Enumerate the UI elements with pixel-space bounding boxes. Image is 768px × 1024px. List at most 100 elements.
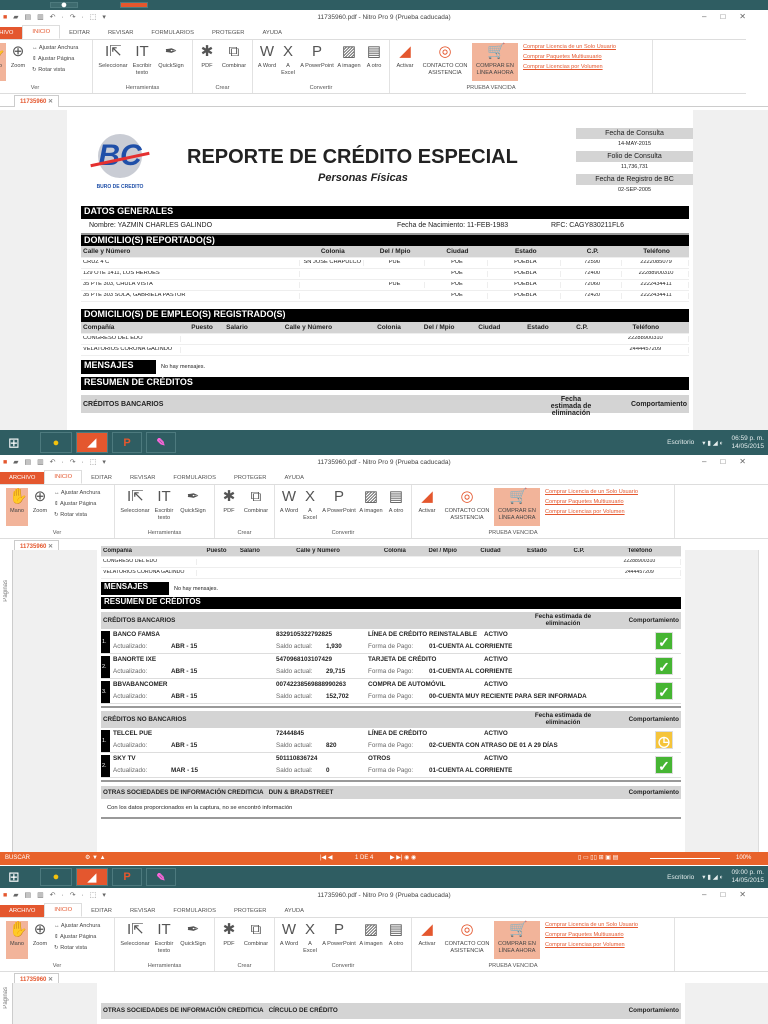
tab-editar[interactable]: EDITAR bbox=[82, 905, 121, 917]
select-button[interactable]: I⇱ Seleccionar bbox=[97, 43, 129, 81]
buy-online-button[interactable]: 🛒 COMPRAR EN LÍNEA AHORA bbox=[494, 921, 540, 959]
rotate-view-button[interactable]: ↻ Rotar vista bbox=[32, 65, 78, 76]
quick-access-toolbar[interactable]: ■ ▰ ▤ ▥ ↶ · ↷ · ⬚ ▾ bbox=[3, 891, 108, 899]
quick-access-toolbar[interactable]: ■ ▰ ▤ ▥ ↶ · ↷ · ⬚ ▾ bbox=[3, 458, 108, 466]
to-powerpoint-button[interactable]: P A PowerPoint bbox=[321, 921, 357, 959]
buy-license-link[interactable]: Comprar Paquetes Multiusuario bbox=[523, 54, 602, 60]
tab-formularios[interactable]: FORMULARIOS bbox=[164, 472, 225, 484]
buy-online-button[interactable]: 🛒 COMPRAR EN LÍNEA AHORA bbox=[494, 488, 540, 526]
to-powerpoint-button[interactable]: P A PowerPoint bbox=[299, 43, 335, 81]
nitro-taskbar-button[interactable]: ◢ bbox=[76, 432, 108, 453]
to-excel-button[interactable]: X A Excel bbox=[301, 921, 319, 959]
powerpoint-taskbar-button[interactable]: P bbox=[112, 868, 142, 886]
zoom-button[interactable]: ⊕ Zoom bbox=[8, 43, 28, 81]
zoom-slider[interactable] bbox=[650, 858, 720, 859]
buy-license-link[interactable]: Comprar Paquetes Multiusuario bbox=[545, 932, 624, 938]
paint-taskbar-button[interactable]: ✎ bbox=[146, 868, 176, 886]
desktop-toolbar[interactable]: Escritorio bbox=[667, 874, 694, 881]
to-image-button[interactable]: ▨ A imagen bbox=[359, 488, 383, 526]
select-button[interactable]: I⇱ Seleccionar bbox=[119, 921, 151, 959]
tab-proteger[interactable]: PROTEGER bbox=[225, 905, 276, 917]
buy-license-link[interactable]: Comprar Licencias por Volumen bbox=[545, 509, 625, 515]
quicksign-button[interactable]: ✒ QuickSign bbox=[177, 488, 209, 526]
nitro-taskbar-button[interactable] bbox=[120, 2, 148, 8]
buy-license-link[interactable]: Comprar Licencias por Volumen bbox=[545, 942, 625, 948]
tab-revisar[interactable]: REVISAR bbox=[121, 905, 164, 917]
zoom-button[interactable]: ⊕ Zoom bbox=[30, 488, 50, 526]
to-image-button[interactable]: ▨ A imagen bbox=[359, 921, 383, 959]
paint-taskbar-button[interactable]: ✎ bbox=[146, 432, 176, 453]
system-tray-icons[interactable]: ▾ ▮ ◢ ◐ bbox=[702, 873, 723, 881]
to-word-button[interactable]: W A Word bbox=[279, 921, 299, 959]
tab-formularios[interactable]: FORMULARIOS bbox=[164, 905, 225, 917]
buy-license-link[interactable]: Comprar Licencia de un Solo Usuario bbox=[545, 922, 638, 928]
pages-panel[interactable]: Páginas bbox=[0, 983, 13, 1024]
first-prev-page-buttons[interactable]: |◀ ◀ bbox=[320, 854, 332, 861]
windows-start-icon[interactable]: ⊞ bbox=[8, 869, 20, 886]
chrome-taskbar-button[interactable]: ● bbox=[40, 432, 72, 453]
quick-access-toolbar[interactable]: ■ ▰ ▤ ▥ ↶ · ↷ · ⬚ ▾ bbox=[3, 13, 108, 21]
vertical-scrollbar[interactable] bbox=[758, 550, 768, 852]
buy-license-link[interactable]: Comprar Paquetes Multiusuario bbox=[545, 499, 624, 505]
zoom-button[interactable]: ⊕ Zoom bbox=[30, 921, 50, 959]
tab-ayuda[interactable]: AYUDA bbox=[253, 27, 291, 39]
hand-tool-button[interactable]: ✋ Mano bbox=[0, 43, 6, 81]
create-pdf-button[interactable]: ✱ PDF bbox=[219, 488, 239, 526]
hand-tool-button[interactable]: ✋ Mano bbox=[6, 488, 28, 526]
fit-page-button[interactable]: ⇕ Ajustar Página bbox=[54, 932, 100, 943]
to-powerpoint-button[interactable]: P A PowerPoint bbox=[321, 488, 357, 526]
tab-inicio[interactable]: INICIO bbox=[44, 470, 83, 484]
to-other-button[interactable]: ▤ A otro bbox=[385, 921, 407, 959]
next-last-page-buttons[interactable]: ▶ ▶| ◉ ◉ bbox=[390, 854, 416, 861]
page-indicator[interactable]: 1 DE 4 bbox=[355, 855, 373, 861]
rotate-view-button[interactable]: ↻ Rotar vista bbox=[54, 943, 100, 954]
system-tray-icons[interactable]: ▾ ▮ ◢ ◐ bbox=[702, 439, 723, 447]
tab-proteger[interactable]: PROTEGER bbox=[203, 27, 254, 39]
tab-ayuda[interactable]: AYUDA bbox=[275, 905, 313, 917]
to-excel-button[interactable]: X A Excel bbox=[301, 488, 319, 526]
tab-archivo[interactable]: ARCHIVO bbox=[0, 905, 45, 917]
to-other-button[interactable]: ▤ A otro bbox=[385, 488, 407, 526]
combine-button[interactable]: ⧉ Combinar bbox=[241, 921, 271, 959]
windows-start-icon[interactable]: ⊞ bbox=[8, 434, 20, 451]
activate-button[interactable]: ◢ Activar bbox=[415, 488, 439, 526]
select-button[interactable]: I⇱ Seleccionar bbox=[119, 488, 151, 526]
hand-tool-button[interactable]: ✋ Mano bbox=[6, 921, 28, 959]
search-label[interactable]: BUSCAR bbox=[5, 855, 30, 861]
document-tab[interactable]: 11735960 ✕ bbox=[14, 95, 60, 107]
clock[interactable]: 09:00 p. m. 14/05/2015 bbox=[731, 869, 764, 885]
create-pdf-button[interactable]: ✱ PDF bbox=[219, 921, 239, 959]
buy-license-link[interactable]: Comprar Licencia de un Solo Usuario bbox=[545, 489, 638, 495]
contact-support-button[interactable]: ◎ CONTACTO CON ASISTENCIA bbox=[420, 43, 470, 81]
tab-formularios[interactable]: FORMULARIOS bbox=[142, 27, 203, 39]
fit-page-button[interactable]: ⇕ Ajustar Página bbox=[54, 499, 100, 510]
fit-width-button[interactable]: ↔ Ajustar Anchura bbox=[54, 921, 100, 932]
window-controls[interactable]: –□✕ bbox=[702, 457, 760, 466]
buy-license-link[interactable]: Comprar Licencias por Volumen bbox=[523, 64, 603, 70]
tab-editar[interactable]: EDITAR bbox=[82, 472, 121, 484]
contact-support-button[interactable]: ◎ CONTACTO CON ASISTENCIA bbox=[442, 921, 492, 959]
combine-button[interactable]: ⧉ Combinar bbox=[241, 488, 271, 526]
to-excel-button[interactable]: X A Excel bbox=[279, 43, 297, 81]
buy-online-button[interactable]: 🛒 COMPRAR EN LÍNEA AHORA bbox=[472, 43, 518, 81]
fit-page-button[interactable]: ⇕ Ajustar Página bbox=[32, 54, 78, 65]
quicksign-button[interactable]: ✒ QuickSign bbox=[155, 43, 187, 81]
desktop-toolbar[interactable]: Escritorio bbox=[667, 439, 694, 446]
tab-ayuda[interactable]: AYUDA bbox=[275, 472, 313, 484]
to-word-button[interactable]: W A Word bbox=[257, 43, 277, 81]
chrome-taskbar-button[interactable]: ● bbox=[40, 868, 72, 886]
type-text-button[interactable]: IT Escribir texto bbox=[129, 43, 155, 81]
type-text-button[interactable]: IT Escribir texto bbox=[151, 921, 177, 959]
tab-editar[interactable]: EDITAR bbox=[60, 27, 99, 39]
tab-archivo[interactable]: ARCHIVO bbox=[0, 27, 23, 39]
type-text-button[interactable]: IT Escribir texto bbox=[151, 488, 177, 526]
to-image-button[interactable]: ▨ A imagen bbox=[337, 43, 361, 81]
fit-width-button[interactable]: ↔ Ajustar Anchura bbox=[32, 43, 78, 54]
view-mode-icons[interactable]: ▯ ▭ ▯▯ ⊞ ▣ ▤ bbox=[578, 854, 618, 861]
activate-button[interactable]: ◢ Activar bbox=[415, 921, 439, 959]
clock[interactable]: 06:59 p. m. 14/05/2015 bbox=[731, 435, 764, 451]
contact-support-button[interactable]: ◎ CONTACTO CON ASISTENCIA bbox=[442, 488, 492, 526]
to-word-button[interactable]: W A Word bbox=[279, 488, 299, 526]
find-nav-icons[interactable]: ⚙ ▼ ▲ bbox=[85, 854, 106, 861]
tab-revisar[interactable]: REVISAR bbox=[99, 27, 142, 39]
